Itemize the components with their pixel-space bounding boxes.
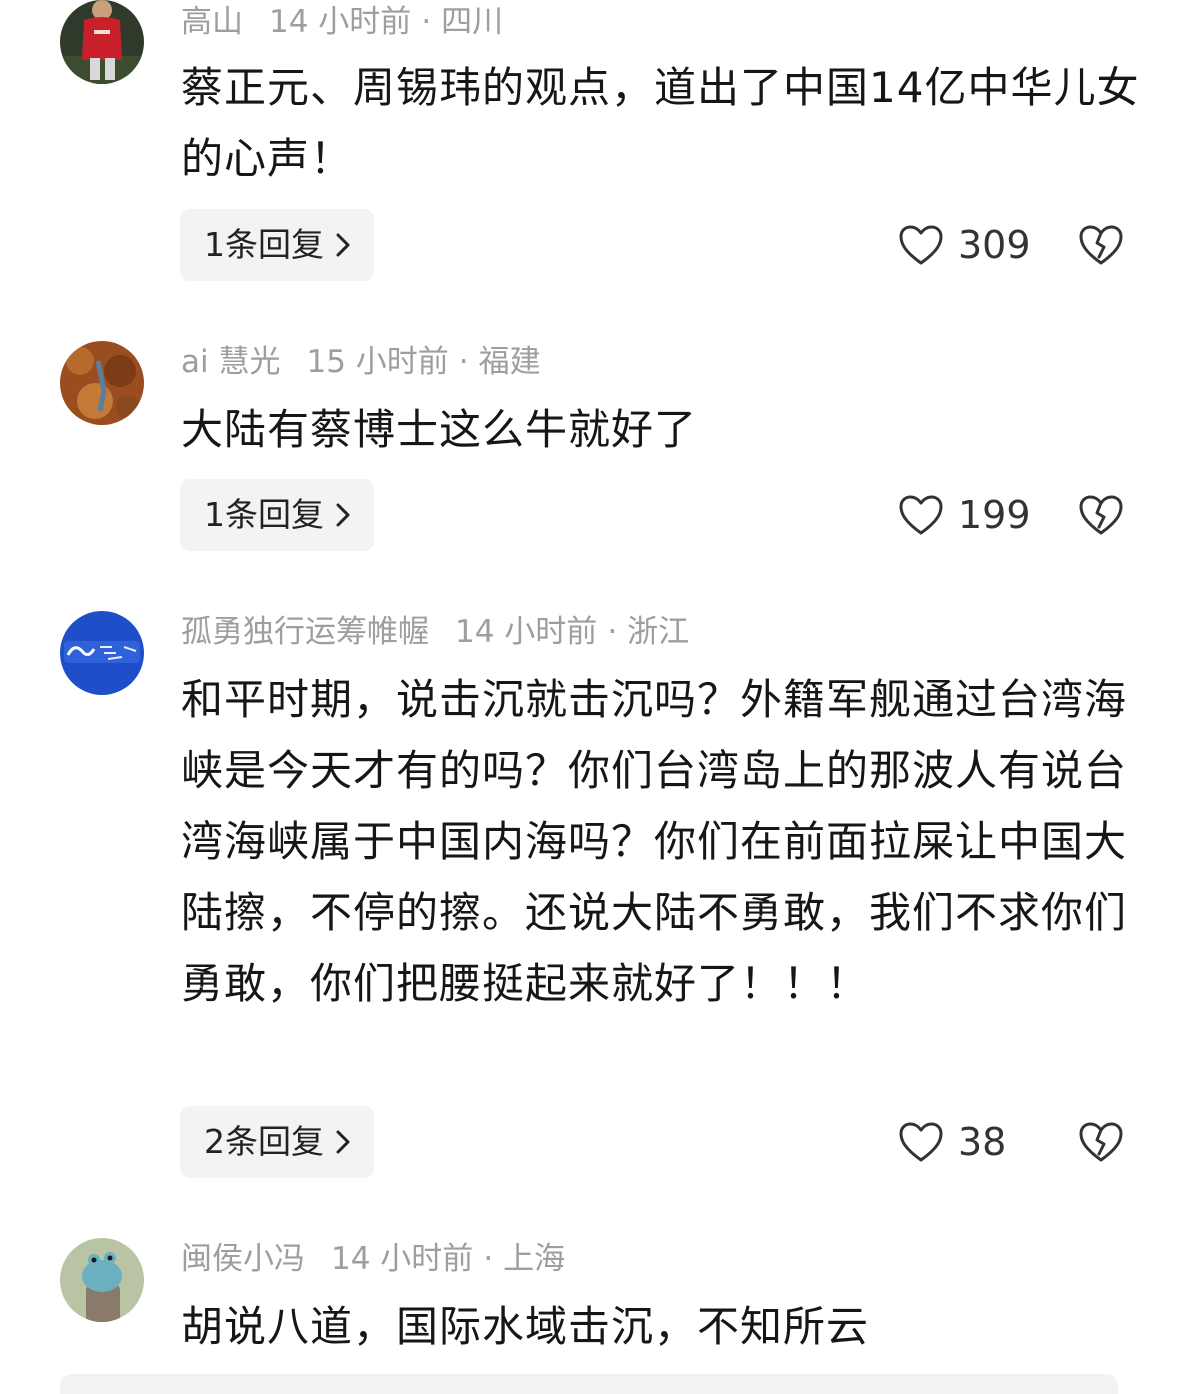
replies-label: 1条回复 <box>204 225 324 264</box>
separator-dot: · <box>483 1241 494 1277</box>
like-count: 38 <box>958 1120 1007 1164</box>
replies-label: 1条回复 <box>204 495 324 534</box>
chevron-right-icon <box>336 1130 350 1154</box>
timestamp: 15 小时前 <box>306 344 449 380</box>
broken-heart-icon[interactable] <box>1078 493 1124 537</box>
location: 上海 <box>503 1241 566 1277</box>
like-count: 199 <box>958 493 1031 537</box>
comment-text[interactable]: 蔡正元、周锡玮的观点，道出了中国14亿中华儿女的心声！ <box>181 52 1141 194</box>
timestamp: 14 小时前 <box>269 4 412 40</box>
comment-text[interactable]: 和平时期，说击沉就击沉吗？外籍军舰通过台湾海峡是今天才有的吗？你们台湾岛上的那波… <box>181 664 1141 1019</box>
username[interactable]: 孤勇独行运筹帷幄 <box>181 614 429 650</box>
timestamp: 14 小时前 <box>331 1241 474 1277</box>
like-button[interactable]: 199 <box>898 479 1031 551</box>
replies-label: 2条回复 <box>204 1122 324 1161</box>
avatar[interactable] <box>60 1238 144 1322</box>
location: 四川 <box>441 4 504 40</box>
like-button[interactable]: 38 <box>898 1106 1006 1178</box>
timestamp: 14 小时前 <box>455 614 598 650</box>
comment-meta: 闽侯小冯 14 小时前 · 上海 <box>181 1239 565 1279</box>
separator-dot: · <box>607 614 618 650</box>
separator-dot: · <box>458 344 469 380</box>
location: 浙江 <box>627 614 690 650</box>
username[interactable]: 高山 <box>181 4 243 40</box>
like-button[interactable]: 309 <box>898 209 1031 281</box>
comment-meta: ai 慧光 15 小时前 · 福建 <box>181 342 541 382</box>
heart-outline-icon <box>899 225 943 265</box>
broken-heart-icon[interactable] <box>1078 223 1124 267</box>
view-replies-button[interactable]: 1条回复 <box>180 209 374 281</box>
view-replies-button[interactable]: 1条回复 <box>180 479 374 551</box>
heart-outline-icon <box>899 1122 943 1162</box>
comment-text[interactable]: 大陆有蔡博士这么牛就好了 <box>181 394 1141 465</box>
comment-meta: 高山 14 小时前 · 四川 <box>181 2 503 42</box>
avatar[interactable] <box>60 0 144 84</box>
separator-dot: · <box>421 4 432 40</box>
broken-heart-icon[interactable] <box>1078 1120 1124 1164</box>
avatar[interactable] <box>60 341 144 425</box>
chevron-right-icon <box>336 503 350 527</box>
bottom-panel-edge <box>60 1374 1118 1394</box>
heart-outline-icon <box>899 495 943 535</box>
location: 福建 <box>478 344 541 380</box>
comment-text[interactable]: 胡说八道，国际水域击沉，不知所云 <box>181 1291 1141 1362</box>
comment-meta: 孤勇独行运筹帷幄 14 小时前 · 浙江 <box>181 612 689 652</box>
username[interactable]: 闽侯小冯 <box>181 1241 305 1277</box>
chevron-right-icon <box>336 233 350 257</box>
username[interactable]: ai 慧光 <box>181 344 280 380</box>
avatar[interactable] <box>60 611 144 695</box>
like-count: 309 <box>958 223 1031 267</box>
view-replies-button[interactable]: 2条回复 <box>180 1106 374 1178</box>
